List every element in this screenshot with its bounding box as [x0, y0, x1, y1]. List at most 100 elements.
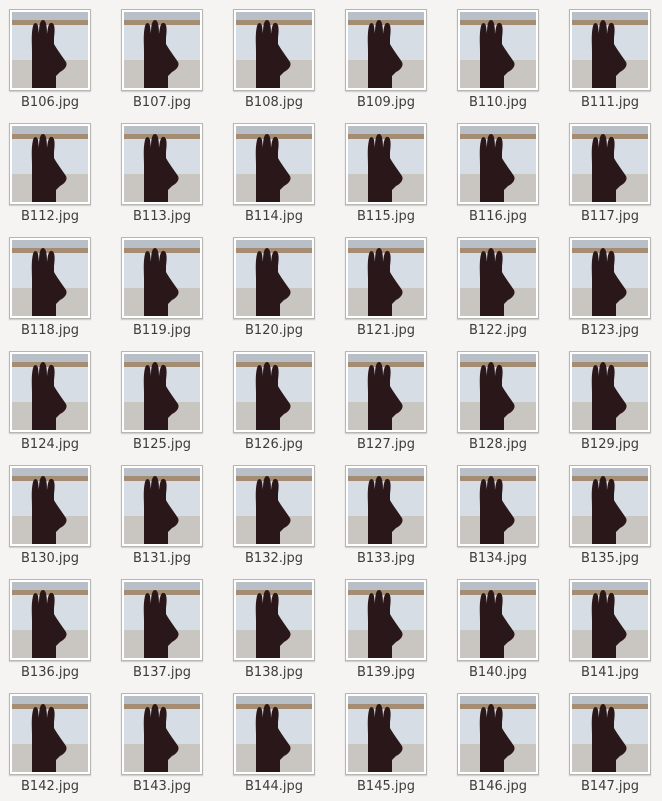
- file-thumbnail[interactable]: [569, 579, 651, 661]
- file-item[interactable]: B111.jpg: [560, 9, 660, 119]
- file-item[interactable]: B133.jpg: [336, 465, 436, 575]
- file-thumbnail[interactable]: [457, 579, 539, 661]
- file-item[interactable]: B147.jpg: [560, 693, 660, 801]
- file-name: B129.jpg: [581, 437, 639, 452]
- file-name: B114.jpg: [245, 209, 303, 224]
- hand-photo-icon: [572, 240, 648, 316]
- file-thumbnail[interactable]: [457, 9, 539, 91]
- file-item[interactable]: B125.jpg: [112, 351, 212, 461]
- file-item[interactable]: B117.jpg: [560, 123, 660, 233]
- file-item[interactable]: B126.jpg: [224, 351, 324, 461]
- file-thumbnail[interactable]: [345, 579, 427, 661]
- file-item[interactable]: B120.jpg: [224, 237, 324, 347]
- hand-photo-icon: [12, 696, 88, 772]
- file-thumbnail[interactable]: [9, 351, 91, 433]
- file-thumbnail[interactable]: [9, 579, 91, 661]
- file-thumbnail[interactable]: [121, 9, 203, 91]
- file-thumbnail[interactable]: [121, 123, 203, 205]
- hand-photo-icon: [460, 12, 536, 88]
- file-thumbnail[interactable]: [9, 123, 91, 205]
- file-item[interactable]: B114.jpg: [224, 123, 324, 233]
- file-item[interactable]: B123.jpg: [560, 237, 660, 347]
- hand-photo-icon: [124, 696, 200, 772]
- file-thumbnail[interactable]: [233, 237, 315, 319]
- file-thumbnail[interactable]: [569, 693, 651, 775]
- file-item[interactable]: B142.jpg: [0, 693, 100, 801]
- file-item[interactable]: B136.jpg: [0, 579, 100, 689]
- file-item[interactable]: B130.jpg: [0, 465, 100, 575]
- file-item[interactable]: B106.jpg: [0, 9, 100, 119]
- file-item[interactable]: B113.jpg: [112, 123, 212, 233]
- file-item[interactable]: B124.jpg: [0, 351, 100, 461]
- file-item[interactable]: B141.jpg: [560, 579, 660, 689]
- file-thumbnail[interactable]: [457, 123, 539, 205]
- file-thumbnail[interactable]: [9, 465, 91, 547]
- file-name: B124.jpg: [21, 437, 79, 452]
- file-thumbnail[interactable]: [121, 693, 203, 775]
- file-thumbnail[interactable]: [233, 123, 315, 205]
- file-thumbnail[interactable]: [457, 237, 539, 319]
- file-name: B132.jpg: [245, 551, 303, 566]
- file-thumbnail[interactable]: [345, 351, 427, 433]
- file-thumbnail[interactable]: [457, 351, 539, 433]
- file-thumbnail[interactable]: [457, 465, 539, 547]
- file-item[interactable]: B119.jpg: [112, 237, 212, 347]
- file-name: B106.jpg: [21, 95, 79, 110]
- file-item[interactable]: B112.jpg: [0, 123, 100, 233]
- file-thumbnail[interactable]: [569, 237, 651, 319]
- file-thumbnail[interactable]: [233, 693, 315, 775]
- hand-photo-icon: [12, 354, 88, 430]
- file-thumbnail[interactable]: [233, 9, 315, 91]
- file-thumbnail[interactable]: [569, 351, 651, 433]
- file-item[interactable]: B137.jpg: [112, 579, 212, 689]
- file-item[interactable]: B128.jpg: [448, 351, 548, 461]
- file-name: B145.jpg: [357, 779, 415, 794]
- file-name: B131.jpg: [133, 551, 191, 566]
- file-item[interactable]: B146.jpg: [448, 693, 548, 801]
- file-item[interactable]: B140.jpg: [448, 579, 548, 689]
- file-item[interactable]: B110.jpg: [448, 9, 548, 119]
- file-thumbnail[interactable]: [569, 123, 651, 205]
- file-thumbnail[interactable]: [345, 237, 427, 319]
- file-item[interactable]: B132.jpg: [224, 465, 324, 575]
- file-thumbnail[interactable]: [345, 465, 427, 547]
- file-thumbnail[interactable]: [457, 693, 539, 775]
- file-thumbnail[interactable]: [345, 693, 427, 775]
- file-item[interactable]: B139.jpg: [336, 579, 436, 689]
- file-name: B128.jpg: [469, 437, 527, 452]
- file-thumbnail[interactable]: [9, 237, 91, 319]
- file-item[interactable]: B127.jpg: [336, 351, 436, 461]
- file-item[interactable]: B118.jpg: [0, 237, 100, 347]
- file-thumbnail[interactable]: [345, 9, 427, 91]
- file-item[interactable]: B143.jpg: [112, 693, 212, 801]
- file-item[interactable]: B109.jpg: [336, 9, 436, 119]
- file-thumbnail[interactable]: [121, 237, 203, 319]
- file-item[interactable]: B134.jpg: [448, 465, 548, 575]
- file-item[interactable]: B144.jpg: [224, 693, 324, 801]
- file-thumbnail[interactable]: [233, 465, 315, 547]
- file-thumbnail[interactable]: [345, 123, 427, 205]
- file-thumbnail[interactable]: [569, 9, 651, 91]
- file-thumbnail[interactable]: [9, 9, 91, 91]
- file-item[interactable]: B138.jpg: [224, 579, 324, 689]
- file-thumbnail[interactable]: [121, 465, 203, 547]
- file-item[interactable]: B145.jpg: [336, 693, 436, 801]
- file-item[interactable]: B108.jpg: [224, 9, 324, 119]
- file-item[interactable]: B131.jpg: [112, 465, 212, 575]
- file-item[interactable]: B129.jpg: [560, 351, 660, 461]
- file-item[interactable]: B116.jpg: [448, 123, 548, 233]
- file-thumbnail[interactable]: [9, 693, 91, 775]
- hand-photo-icon: [236, 468, 312, 544]
- file-thumbnail[interactable]: [569, 465, 651, 547]
- file-thumbnail[interactable]: [121, 579, 203, 661]
- file-item[interactable]: B122.jpg: [448, 237, 548, 347]
- file-name: B146.jpg: [469, 779, 527, 794]
- file-name: B109.jpg: [357, 95, 415, 110]
- file-thumbnail[interactable]: [233, 579, 315, 661]
- file-item[interactable]: B115.jpg: [336, 123, 436, 233]
- file-item[interactable]: B107.jpg: [112, 9, 212, 119]
- file-item[interactable]: B121.jpg: [336, 237, 436, 347]
- file-thumbnail[interactable]: [121, 351, 203, 433]
- file-thumbnail[interactable]: [233, 351, 315, 433]
- file-item[interactable]: B135.jpg: [560, 465, 660, 575]
